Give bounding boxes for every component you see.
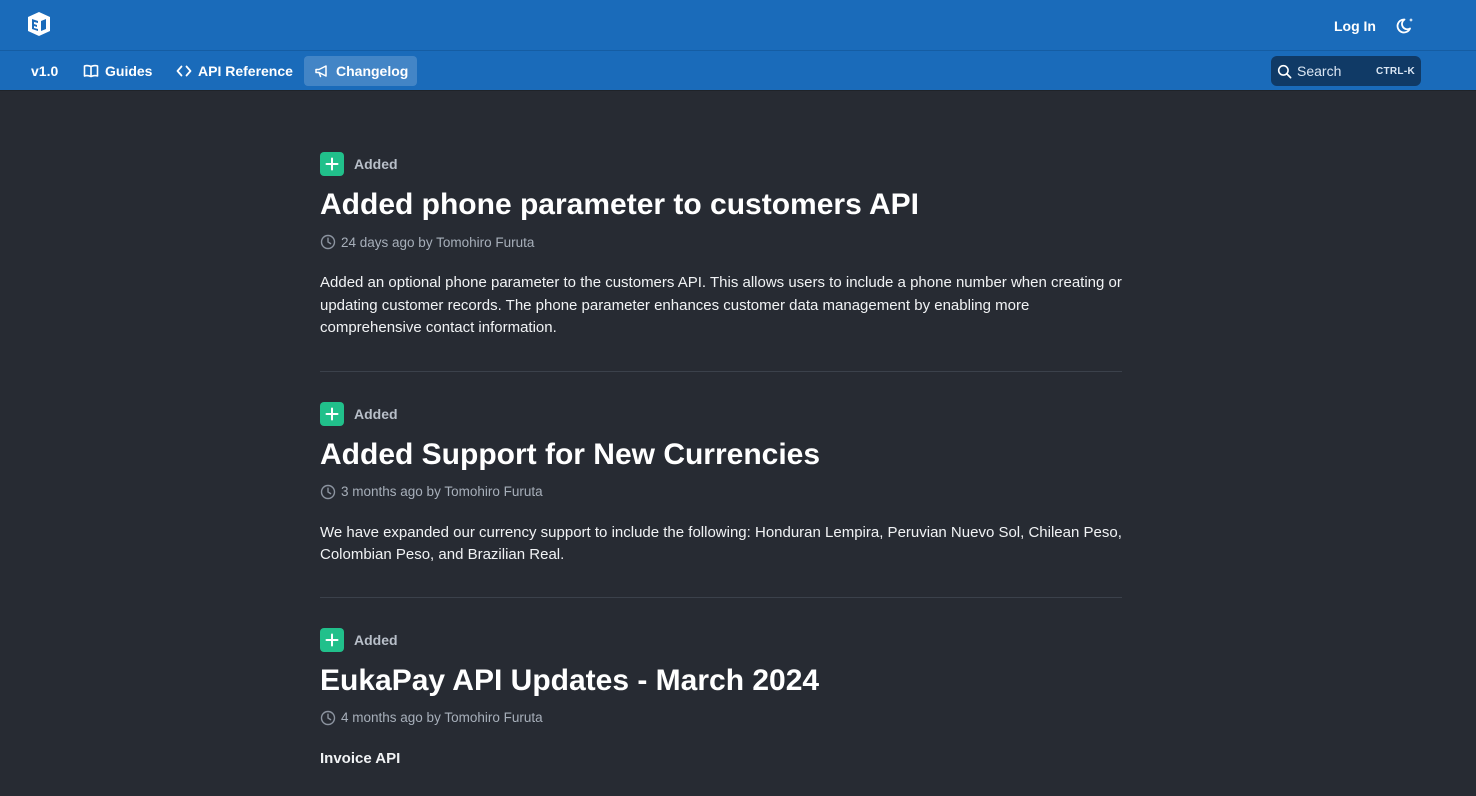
entry-meta: 4 months ago by Tomohiro Furuta	[320, 710, 1122, 726]
nav-bar: v1.0 Guides API Reference Changelog Sear…	[0, 51, 1476, 91]
entry-divider	[320, 370, 1122, 372]
entry-meta: 24 days ago by Tomohiro Furuta	[320, 234, 1122, 250]
entry-title[interactable]: Added Support for New Currencies	[320, 438, 1122, 472]
entry-title[interactable]: EukaPay API Updates - March 2024	[320, 664, 1122, 698]
entry-tag: Added	[354, 405, 398, 422]
changelog-entry: Added Added Support for New Currencies 3…	[320, 401, 1122, 567]
entry-tag-row: Added	[320, 152, 1122, 176]
added-badge	[320, 627, 344, 652]
changelog-entry: Added EukaPay API Updates - March 2024 4…	[320, 627, 1122, 771]
clock-icon	[320, 710, 336, 725]
plus-icon	[325, 407, 339, 420]
top-header: Log In	[0, 0, 1476, 51]
entry-body: Added an optional phone parameter to the…	[320, 274, 1122, 336]
entry-title[interactable]: Added phone parameter to customers API	[320, 188, 1122, 222]
entry-meta-text: 3 months ago by Tomohiro Furuta	[341, 484, 543, 499]
search-shortcut: CTRL-K	[1375, 65, 1415, 77]
nav-guides-label: Guides	[105, 63, 153, 79]
entry-meta: 3 months ago by Tomohiro Furuta	[320, 484, 1122, 500]
plus-icon	[325, 157, 339, 171]
clock-icon	[320, 234, 336, 250]
nav-guides[interactable]: Guides	[73, 56, 162, 86]
plus-icon	[325, 633, 339, 646]
search-button[interactable]: Search CTRL-K	[1271, 56, 1421, 86]
entry-divider	[320, 596, 1122, 598]
login-button[interactable]: Log In	[1334, 18, 1376, 34]
changelog-list: Added Added phone parameter to customers…	[320, 91, 1122, 770]
moon-icon[interactable]	[1396, 16, 1416, 36]
changelog-entry: Added Added phone parameter to customers…	[320, 152, 1122, 340]
nav-changelog[interactable]: Changelog	[304, 56, 417, 86]
nav-version[interactable]: v1.0	[21, 56, 68, 86]
nav-changelog-label: Changelog	[336, 63, 409, 79]
clock-icon	[320, 484, 336, 499]
entry-tag-row: Added	[320, 627, 1122, 652]
entry-body: Invoice API	[320, 749, 401, 767]
nav-api-reference[interactable]: API Reference	[166, 56, 303, 86]
entry-tag: Added	[354, 631, 398, 648]
code-icon	[176, 65, 192, 77]
added-badge	[320, 152, 344, 176]
search-icon	[1277, 64, 1292, 78]
megaphone-icon	[315, 65, 327, 78]
nav-version-label: v1.0	[31, 63, 59, 79]
added-badge	[320, 401, 344, 426]
entry-tag: Added	[354, 156, 398, 172]
entry-meta-text: 24 days ago by Tomohiro Furuta	[341, 234, 535, 250]
entry-meta-text: 4 months ago by Tomohiro Furuta	[341, 710, 543, 725]
logo-icon[interactable]	[26, 11, 52, 37]
entry-body: We have expanded our currency support to…	[320, 523, 1122, 564]
search-label: Search	[1297, 63, 1342, 79]
nav-api-reference-label: API Reference	[198, 63, 293, 79]
entry-tag-row: Added	[320, 401, 1122, 426]
book-icon	[83, 64, 99, 78]
